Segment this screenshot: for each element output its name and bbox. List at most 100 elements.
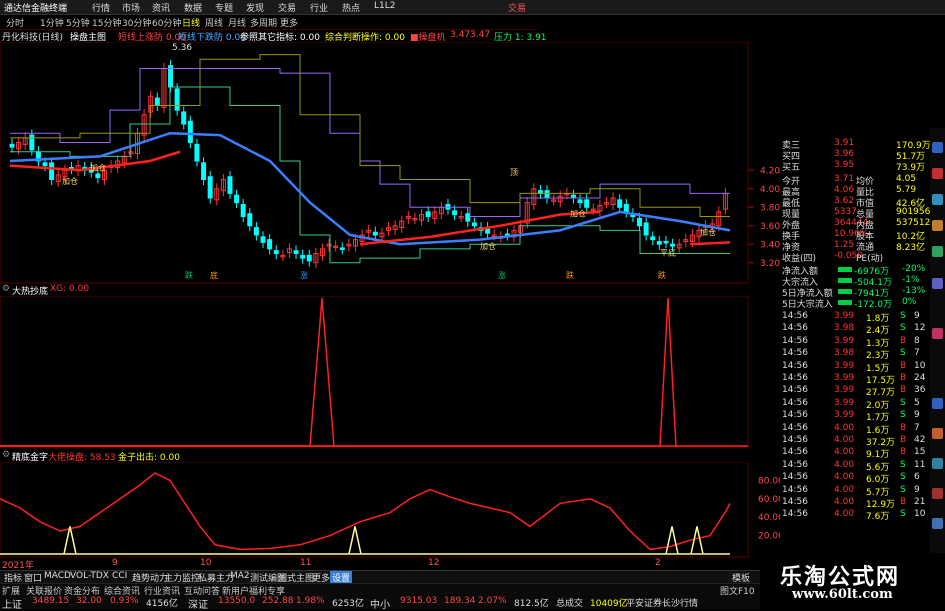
panel2-chart[interactable] xyxy=(0,296,780,448)
annotation-label: 加仓 xyxy=(90,162,106,172)
menu-item[interactable]: 专题 xyxy=(215,1,233,14)
tick-price: 3.99 xyxy=(834,311,855,321)
watermark: 乐淘公式网 www.60lt.com xyxy=(760,553,945,609)
tick-volume: 6.0万 xyxy=(866,475,890,486)
period-tab[interactable]: 月线 xyxy=(228,16,246,29)
tick-price: 3.99 xyxy=(834,397,855,408)
x-axis: 2021年 9 10 11 12 2 xyxy=(0,558,760,571)
tick-side: S xyxy=(900,397,906,408)
tick-side: S xyxy=(900,348,906,359)
alert-icon[interactable] xyxy=(932,328,943,339)
fund-icon[interactable] xyxy=(932,220,943,231)
quote-icon[interactable] xyxy=(932,142,943,153)
indicator-tab[interactable]: VOL-TDX xyxy=(68,571,111,581)
period-tab[interactable]: 周线 xyxy=(205,16,223,29)
candlestick-chart[interactable]: 4.204.003.803.603.403.205.36加仓加仓顶加仓加仓加仓平… xyxy=(0,42,780,284)
tick-side: S xyxy=(900,323,906,334)
tick-volume: 5.6万 xyxy=(866,462,890,473)
stat-value: 901956 xyxy=(896,207,931,217)
period-tab[interactable]: 分时 xyxy=(6,16,24,29)
side-toolbar xyxy=(930,128,945,568)
tick-count: 36 xyxy=(914,385,926,396)
app-title: 通达信金融终端 xyxy=(4,4,68,14)
period-tab[interactable]: 30分钟 xyxy=(122,16,151,29)
flow-value: -172.0万 xyxy=(854,300,893,310)
link-icon[interactable] xyxy=(932,518,943,529)
tick-side: S xyxy=(900,311,906,321)
stat-row: 换手 10.96% 股本 10.2亿 xyxy=(778,229,930,242)
indicator-value: 3.47 xyxy=(450,30,471,40)
menu-item[interactable]: 行情 xyxy=(92,1,110,14)
compare-icon[interactable] xyxy=(932,458,943,469)
period-tab[interactable]: 5分钟 xyxy=(66,16,90,29)
flow-icon[interactable] xyxy=(932,246,943,257)
tick-volume: 17.5万 xyxy=(866,376,896,386)
x-tick: 10 xyxy=(200,558,212,568)
period-tab-daily[interactable]: 日线 xyxy=(182,16,200,29)
panel2-header: ⚙ 大热抄底 XG: 0.00 xyxy=(0,284,780,297)
flow-percent: -1% xyxy=(902,275,920,285)
indicator-tab[interactable]: CCI xyxy=(110,571,129,581)
tick-time: 14:56 xyxy=(782,484,808,495)
menu-item[interactable]: 数据 xyxy=(184,1,202,14)
flow-bar xyxy=(838,267,852,272)
grid-icon[interactable] xyxy=(932,278,943,289)
tick-count: 5 xyxy=(914,397,920,408)
candle-body xyxy=(339,247,345,250)
panel3-chart[interactable]: 80.00 60.00 40.00 20.00 xyxy=(0,462,780,558)
signal-spike xyxy=(0,297,677,447)
index-percent: 2.07% xyxy=(478,596,507,606)
menu-item[interactable]: 热点 xyxy=(342,1,360,14)
tick-side: B xyxy=(900,447,907,458)
settings-icon[interactable]: ⚙ xyxy=(2,450,10,460)
tick-row: 14:56 3.98 2.4万 S 12 xyxy=(778,323,930,336)
tick-volume: 2.0万 xyxy=(866,400,890,411)
menu-item[interactable]: 发现 xyxy=(246,1,264,14)
period-tab[interactable]: 60分钟 xyxy=(152,16,181,29)
annotation-label: 加仓 xyxy=(480,241,496,251)
note-icon[interactable] xyxy=(932,398,943,409)
menu-item[interactable]: L1L2 xyxy=(374,1,395,11)
stat-row: 最高 4.06 量比 5.79 xyxy=(778,185,930,198)
candle-body xyxy=(452,210,458,216)
tick-row: 14:56 3.98 2.3万 S 7 xyxy=(778,348,930,361)
flow-row: 净流入额 -6976万 -20% xyxy=(778,264,930,277)
tick-side: S xyxy=(900,410,906,421)
candle-body xyxy=(42,162,48,167)
tick-time: 14:56 xyxy=(782,335,808,346)
menu-item[interactable]: 行业 xyxy=(310,1,328,14)
tick-row: 14:56 4.00 7.6万 S 10 xyxy=(778,509,930,522)
tick-price: 3.99 xyxy=(834,360,855,371)
panel2-value: XG: 0.00 xyxy=(50,284,90,294)
settings-icon[interactable]: ⚙ xyxy=(2,284,10,294)
period-tab-more[interactable]: 更多 xyxy=(280,16,298,29)
flow-row: 5日大宗流入 -172.0万 0% xyxy=(778,297,930,310)
tick-row: 14:56 3.99 17.5万 B 24 xyxy=(778,373,930,386)
tick-row: 14:56 4.00 1.6万 B 7 xyxy=(778,422,930,436)
tick-time: 14:56 xyxy=(782,373,808,383)
index-change: 32.00 xyxy=(76,596,102,606)
trade-link[interactable]: 交易 xyxy=(508,1,526,14)
candle-body xyxy=(643,222,649,236)
chart-icon[interactable] xyxy=(932,194,943,205)
candle-body xyxy=(174,88,180,111)
period-tab[interactable]: 1分钟 xyxy=(40,16,64,29)
annotation-label: 顶 xyxy=(510,168,518,177)
period-tab[interactable]: 多周期 xyxy=(250,16,277,29)
menu-item[interactable]: 资讯 xyxy=(152,1,170,14)
candle-body xyxy=(227,176,233,194)
panel3-tick-label: 20.00 xyxy=(758,532,780,542)
quote-price: 3.91 xyxy=(834,138,855,148)
period-tab[interactable]: 15分钟 xyxy=(92,16,121,29)
tick-side: B xyxy=(900,497,907,507)
tick-price: 4.00 xyxy=(834,422,855,433)
tool-icon[interactable] xyxy=(932,428,943,439)
menu-item[interactable]: 市场 xyxy=(122,1,140,14)
candle-body xyxy=(650,236,656,241)
menu-item[interactable]: 交易 xyxy=(278,1,296,14)
tick-count: 24 xyxy=(914,373,926,383)
signal-marker: 跌 xyxy=(658,270,666,280)
news-icon[interactable] xyxy=(932,168,943,179)
mark-icon[interactable] xyxy=(932,488,943,499)
tick-volume: 1.5万 xyxy=(866,363,890,374)
